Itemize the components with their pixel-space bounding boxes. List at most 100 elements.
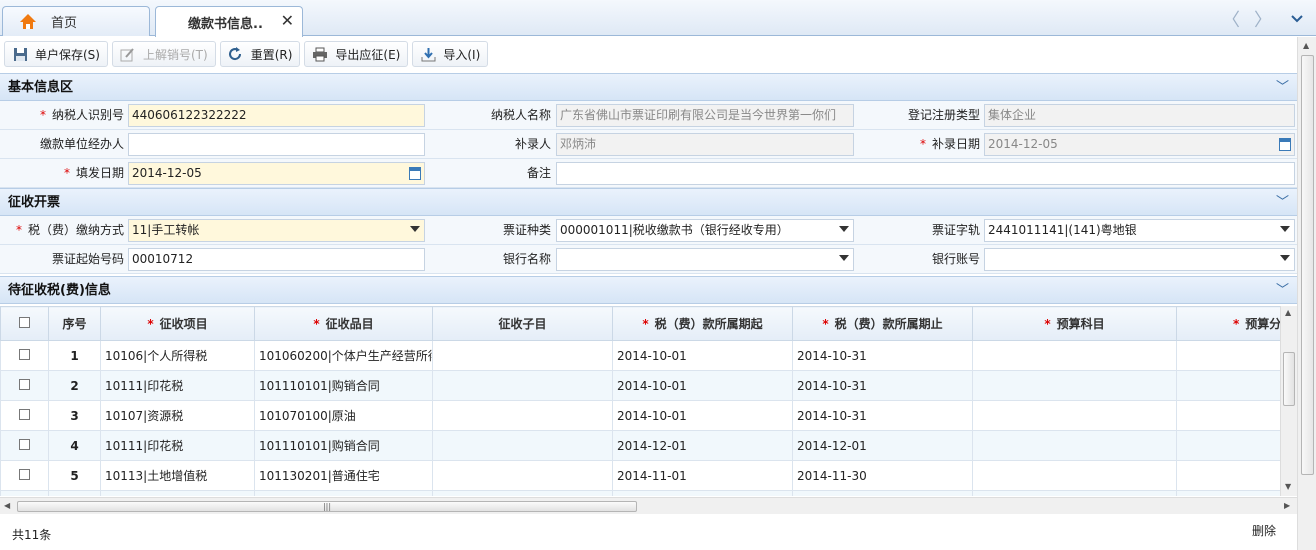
- remark-field[interactable]: [556, 162, 1295, 185]
- section-pending-header[interactable]: 待征收税(费)信息 ﹀: [0, 276, 1297, 304]
- dropdown-arrow-icon[interactable]: [1280, 255, 1290, 261]
- bank-account-select[interactable]: [984, 248, 1295, 271]
- row-budget-split[interactable]: [1176, 460, 1280, 491]
- start-no-field[interactable]: 00010712: [128, 248, 425, 271]
- row-checkbox-cell[interactable]: [0, 340, 49, 371]
- col-header-to[interactable]: * 税（费）款所属期止: [792, 306, 973, 341]
- col-header-subitem[interactable]: * 征收品目: [254, 306, 433, 341]
- row-checkbox[interactable]: [19, 438, 30, 450]
- ticket-type-select[interactable]: 000001011|税收缴款书（银行经收专用）: [556, 219, 854, 242]
- row-budget[interactable]: [972, 460, 1177, 491]
- chevron-down-icon[interactable]: ﹀: [1276, 277, 1289, 304]
- col-header-item[interactable]: * 征收项目: [100, 306, 255, 341]
- tab-next-button[interactable]: 〉: [1248, 6, 1278, 32]
- grid-vscroll-thumb[interactable]: [1283, 352, 1295, 406]
- row-sub[interactable]: [432, 460, 613, 491]
- calendar-icon[interactable]: [1279, 138, 1291, 151]
- dropdown-arrow-icon[interactable]: [839, 226, 849, 232]
- table-row[interactable]: [0, 490, 1280, 496]
- record-date-field[interactable]: 2014-12-05: [984, 133, 1295, 156]
- row-checkbox[interactable]: [19, 468, 30, 480]
- row-checkbox[interactable]: [19, 348, 30, 360]
- row-checkbox-cell[interactable]: [0, 460, 49, 491]
- row-budget-split[interactable]: [1176, 340, 1280, 371]
- unlock-number-button[interactable]: 上解销号(T): [111, 41, 216, 67]
- section-basic-header[interactable]: 基本信息区 ﹀: [0, 73, 1297, 101]
- tab-payment-info[interactable]: 缴款书信息.. ✕: [155, 6, 303, 37]
- row-sub[interactable]: [432, 370, 613, 401]
- row-budget[interactable]: [972, 430, 1177, 461]
- export-button[interactable]: 导出应征(E): [304, 41, 409, 67]
- tab-menu-button[interactable]: [1282, 6, 1312, 32]
- row-budget[interactable]: [972, 400, 1177, 431]
- row-checkbox-cell[interactable]: [0, 400, 49, 431]
- row-to[interactable]: 2014-12-01: [792, 430, 973, 461]
- row-subitem[interactable]: 101070100|原油: [254, 400, 433, 431]
- table-row[interactable]: 5 10113|土地增值税 101130201|普通住宅 2014-11-01 …: [0, 460, 1280, 491]
- page-vscroll-thumb[interactable]: [1301, 55, 1314, 475]
- scroll-right-icon[interactable]: ▶: [1284, 501, 1290, 510]
- pay-method-select[interactable]: 11|手工转帐: [128, 219, 425, 242]
- row-item[interactable]: 10113|土地增值税: [100, 460, 255, 491]
- row-sub[interactable]: [432, 340, 613, 371]
- row-to[interactable]: 2014-10-31: [792, 370, 973, 401]
- import-button[interactable]: 导入(I): [412, 41, 489, 67]
- row-checkbox[interactable]: [19, 378, 30, 390]
- table-row[interactable]: 3 10107|资源税 101070100|原油 2014-10-01 2014…: [0, 400, 1280, 431]
- row-item[interactable]: 10107|资源税: [100, 400, 255, 431]
- chevron-down-icon[interactable]: ﹀: [1276, 74, 1289, 101]
- row-to[interactable]: 2014-10-31: [792, 400, 973, 431]
- grid-hscroll-thumb[interactable]: |||: [17, 501, 637, 512]
- row-subitem[interactable]: 101130201|普通住宅: [254, 460, 433, 491]
- grid-horizontal-scrollbar[interactable]: ◀ ||| ▶: [0, 497, 1297, 514]
- row-subitem[interactable]: 101110101|购销合同: [254, 430, 433, 461]
- row-item[interactable]: 10111|印花税: [100, 370, 255, 401]
- close-icon[interactable]: ✕: [281, 11, 294, 30]
- table-row[interactable]: 4 10111|印花税 101110101|购销合同 2014-12-01 20…: [0, 430, 1280, 461]
- table-row[interactable]: 2 10111|印花税 101110101|购销合同 2014-10-01 20…: [0, 370, 1280, 401]
- page-vertical-scrollbar[interactable]: ▲: [1297, 37, 1316, 550]
- scroll-left-icon[interactable]: ◀: [4, 501, 10, 510]
- bank-name-select[interactable]: [556, 248, 854, 271]
- row-sub[interactable]: [432, 430, 613, 461]
- row-item[interactable]: 10106|个人所得税: [100, 340, 255, 371]
- row-budget-split[interactable]: [1176, 400, 1280, 431]
- row-checkbox-cell[interactable]: [0, 430, 49, 461]
- row-from[interactable]: 2014-12-01: [612, 430, 793, 461]
- ticket-track-select[interactable]: 2441011141|(141)粤地银: [984, 219, 1295, 242]
- select-all-checkbox[interactable]: [19, 316, 30, 328]
- scroll-down-icon[interactable]: ▼: [1285, 482, 1291, 491]
- row-sub[interactable]: [432, 400, 613, 431]
- section-collect-header[interactable]: 征收开票 ﹀: [0, 188, 1297, 216]
- row-budget-split[interactable]: [1176, 370, 1280, 401]
- agent-field[interactable]: [128, 133, 425, 156]
- col-header-sub[interactable]: 征收子目: [432, 306, 613, 341]
- reset-button[interactable]: 重置(R): [219, 41, 301, 67]
- taxpayer-name-field[interactable]: 广东省佛山市票证印刷有限公司是当今世界第一你们: [556, 104, 854, 127]
- dropdown-arrow-icon[interactable]: [410, 226, 420, 232]
- dropdown-arrow-icon[interactable]: [1280, 226, 1290, 232]
- col-header-budget-split[interactable]: * 预算分: [1176, 306, 1280, 341]
- save-button[interactable]: 单户保存(S): [4, 41, 108, 67]
- dropdown-arrow-icon[interactable]: [839, 255, 849, 261]
- select-all-header[interactable]: [0, 306, 49, 341]
- reg-type-field[interactable]: 集体企业: [984, 104, 1295, 127]
- taxpayer-id-field[interactable]: 440606122322222: [128, 104, 425, 127]
- chevron-down-icon[interactable]: ﹀: [1276, 189, 1289, 216]
- recorder-field[interactable]: 邓炳沛: [556, 133, 854, 156]
- delete-button[interactable]: 删除: [1252, 522, 1276, 539]
- row-checkbox-cell[interactable]: [0, 370, 49, 401]
- tab-prev-button[interactable]: 〈: [1216, 6, 1246, 32]
- row-from[interactable]: 2014-10-01: [612, 370, 793, 401]
- scroll-up-icon[interactable]: ▲: [1285, 308, 1291, 317]
- row-budget[interactable]: [972, 340, 1177, 371]
- tab-home[interactable]: 首页: [2, 6, 150, 36]
- fill-date-field[interactable]: 2014-12-05: [128, 162, 425, 185]
- row-to[interactable]: 2014-10-31: [792, 340, 973, 371]
- table-row[interactable]: 1 10106|个人所得税 101060200|个体户生产经营所得 2014-1…: [0, 340, 1280, 371]
- row-from[interactable]: 2014-10-01: [612, 400, 793, 431]
- scroll-up-icon[interactable]: ▲: [1303, 41, 1309, 50]
- row-to[interactable]: 2014-11-30: [792, 460, 973, 491]
- row-subitem[interactable]: 101060200|个体户生产经营所得: [254, 340, 433, 371]
- row-checkbox[interactable]: [19, 408, 30, 420]
